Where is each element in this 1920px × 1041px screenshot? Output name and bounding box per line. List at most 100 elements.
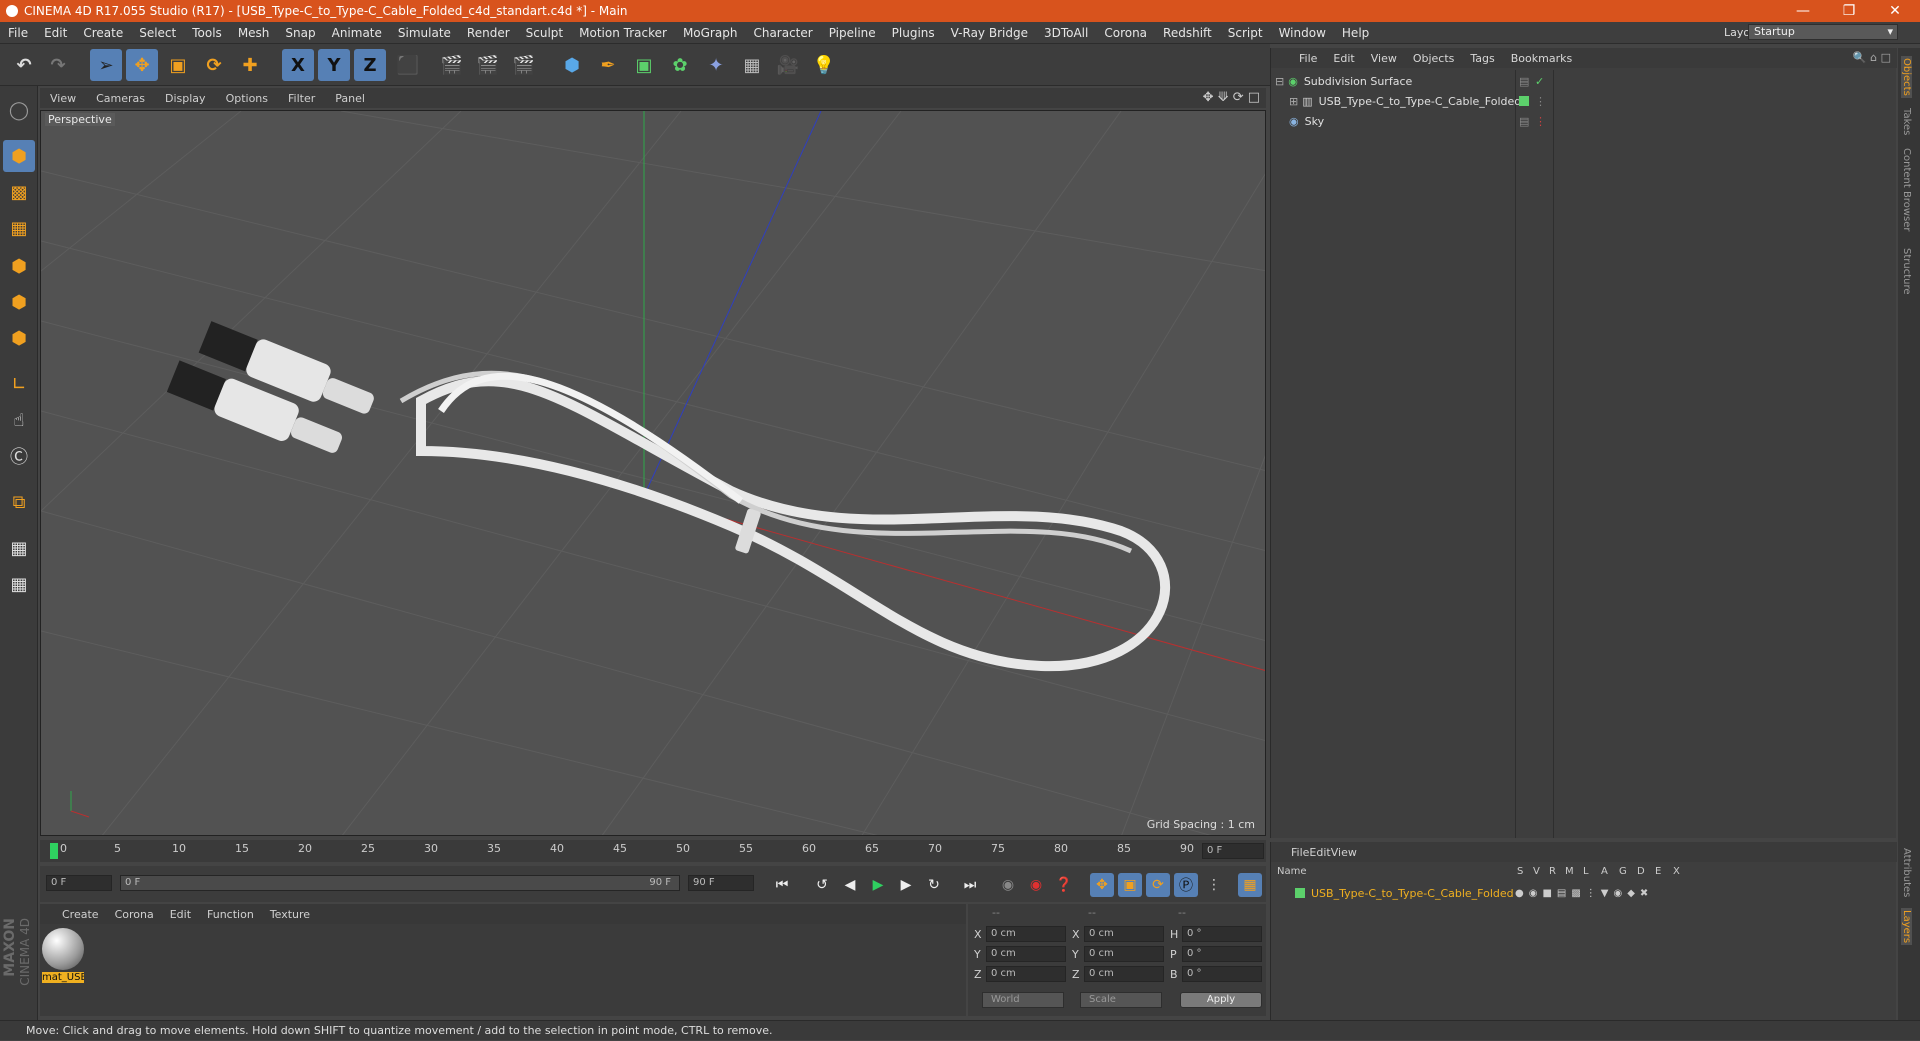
- timeline-playhead[interactable]: [50, 843, 58, 859]
- apply-button[interactable]: Apply: [1180, 992, 1262, 1008]
- light-object-icon[interactable]: 💡: [808, 49, 840, 81]
- previous-frame-icon[interactable]: ◀: [838, 873, 862, 897]
- next-key-icon[interactable]: ↻: [922, 873, 946, 897]
- go-to-start-icon[interactable]: ⏮: [770, 873, 794, 897]
- layer-menu-edit[interactable]: Edit: [1309, 846, 1330, 859]
- material-swatch[interactable]: mat_USB: [42, 928, 84, 992]
- texture-mode-icon[interactable]: ▩: [3, 176, 35, 208]
- camera-object-icon[interactable]: 🎥: [772, 49, 804, 81]
- live-selection-icon[interactable]: ➢: [90, 49, 122, 81]
- object-manager-tools-icon[interactable]: 🔍 ⌂ □: [1853, 51, 1891, 64]
- material-menu-create[interactable]: Create: [54, 908, 107, 921]
- size-y-field[interactable]: 0 cm: [1084, 946, 1164, 962]
- layout-select[interactable]: Startup ▾: [1748, 24, 1898, 40]
- layer-flags-icon[interactable]: ●◉■▤▩⋮▼◉◆✖: [1515, 888, 1653, 899]
- model-mode-icon[interactable]: ⬢: [3, 140, 35, 172]
- snap-icon[interactable]: ⧉: [3, 486, 35, 518]
- menu-select[interactable]: Select: [131, 26, 184, 40]
- visibility-dots-icon[interactable]: ⋮: [1535, 95, 1546, 108]
- menu-character[interactable]: Character: [745, 26, 820, 40]
- menu-vray-bridge[interactable]: V-Ray Bridge: [943, 26, 1036, 40]
- menu-help[interactable]: Help: [1334, 26, 1377, 40]
- floor-object-icon[interactable]: ▦: [736, 49, 768, 81]
- material-menu-texture[interactable]: Texture: [262, 908, 318, 921]
- tweak-mode-icon[interactable]: ☝: [3, 404, 35, 436]
- workplane-mode-icon[interactable]: ▦: [3, 212, 35, 244]
- tab-takes[interactable]: Takes: [1901, 108, 1912, 135]
- viewport-menu-display[interactable]: Display: [155, 92, 216, 105]
- object-menu-view[interactable]: View: [1363, 52, 1405, 65]
- rotation-h-field[interactable]: 0 °: [1182, 926, 1262, 942]
- tab-attributes[interactable]: Attributes: [1901, 848, 1912, 897]
- menu-sculpt[interactable]: Sculpt: [518, 26, 571, 40]
- rotate-tool-icon[interactable]: ⟳: [198, 49, 230, 81]
- menu-create[interactable]: Create: [75, 26, 131, 40]
- redo-icon[interactable]: ↷: [42, 49, 74, 81]
- frame-range-slider[interactable]: 0 F 90 F: [120, 875, 680, 891]
- rotation-b-field[interactable]: 0 °: [1182, 966, 1262, 982]
- go-to-end-icon[interactable]: ⏭: [958, 873, 982, 897]
- timeline-ruler[interactable]: 0 5 10 15 20 25 30 35 40 45 50 55 60 65 …: [40, 840, 1266, 862]
- menu-simulate[interactable]: Simulate: [390, 26, 459, 40]
- position-z-field[interactable]: 0 cm: [986, 966, 1066, 982]
- menu-mograph[interactable]: MoGraph: [675, 26, 746, 40]
- key-rotation-icon[interactable]: ⟳: [1146, 873, 1170, 897]
- planar-workplane-icon[interactable]: ▦: [3, 568, 35, 600]
- solo-mode-icon[interactable]: Ⓒ: [3, 440, 35, 472]
- menu-tools[interactable]: Tools: [184, 26, 230, 40]
- viewport-menu-view[interactable]: View: [40, 92, 86, 105]
- key-pla-icon[interactable]: ⋮: [1202, 873, 1226, 897]
- tab-content-browser[interactable]: Content Browser: [1901, 148, 1912, 231]
- perspective-viewport[interactable]: Perspective Grid Spacing : 1 cm: [40, 110, 1266, 836]
- deformer-icon[interactable]: ✦: [700, 49, 732, 81]
- axis-mode-icon[interactable]: ∟: [3, 368, 35, 400]
- timeline-window-icon[interactable]: ▦: [1238, 873, 1262, 897]
- size-z-field[interactable]: 0 cm: [1084, 966, 1164, 982]
- make-editable-icon[interactable]: ◯: [3, 94, 35, 126]
- menu-mesh[interactable]: Mesh: [230, 26, 278, 40]
- next-frame-icon[interactable]: ▶: [894, 873, 918, 897]
- points-mode-icon[interactable]: ⬢: [3, 250, 35, 282]
- render-picture-viewer-icon[interactable]: 🎬: [472, 49, 504, 81]
- tab-structure[interactable]: Structure: [1901, 248, 1912, 295]
- restore-button[interactable]: ❐: [1826, 0, 1872, 22]
- workplane-lock-icon[interactable]: ▦: [3, 532, 35, 564]
- menu-plugins[interactable]: Plugins: [884, 26, 943, 40]
- object-menu-file[interactable]: File: [1291, 52, 1325, 65]
- object-menu-objects[interactable]: Objects: [1405, 52, 1463, 65]
- tab-objects[interactable]: Objects: [1901, 56, 1912, 98]
- enabled-check-icon[interactable]: ✓: [1535, 75, 1544, 88]
- menu-file[interactable]: File: [0, 26, 36, 40]
- minimize-button[interactable]: —: [1780, 0, 1826, 22]
- key-scale-icon[interactable]: ▣: [1118, 873, 1142, 897]
- object-menu-edit[interactable]: Edit: [1325, 52, 1362, 65]
- array-object-icon[interactable]: ✿: [664, 49, 696, 81]
- previous-key-icon[interactable]: ↺: [810, 873, 834, 897]
- menu-window[interactable]: Window: [1271, 26, 1334, 40]
- tab-layers[interactable]: Layers: [1901, 908, 1912, 946]
- undo-icon[interactable]: ↶: [8, 49, 40, 81]
- position-y-field[interactable]: 0 cm: [986, 946, 1066, 962]
- menu-render[interactable]: Render: [459, 26, 518, 40]
- end-frame-field[interactable]: 90 F: [688, 875, 754, 891]
- size-x-field[interactable]: 0 cm: [1084, 926, 1164, 942]
- y-axis-lock-icon[interactable]: Y: [318, 49, 350, 81]
- visibility-dots-icon[interactable]: ▤: [1519, 115, 1529, 128]
- edges-mode-icon[interactable]: ⬢: [3, 286, 35, 318]
- close-button[interactable]: ✕: [1872, 0, 1918, 22]
- viewport-menu-panel[interactable]: Panel: [325, 92, 375, 105]
- render-settings-icon[interactable]: 🎬: [508, 49, 540, 81]
- menu-snap[interactable]: Snap: [277, 26, 323, 40]
- autokey-icon[interactable]: ◉: [1024, 873, 1048, 897]
- key-position-icon[interactable]: ✥: [1090, 873, 1114, 897]
- material-menu-corona[interactable]: Corona: [107, 908, 162, 921]
- collapse-icon[interactable]: ⊟: [1275, 75, 1284, 88]
- viewport-menu-options[interactable]: Options: [216, 92, 278, 105]
- menu-edit[interactable]: Edit: [36, 26, 75, 40]
- menu-pipeline[interactable]: Pipeline: [821, 26, 884, 40]
- menu-motion-tracker[interactable]: Motion Tracker: [571, 26, 675, 40]
- expand-icon[interactable]: ⊞: [1289, 95, 1298, 108]
- object-menu-bookmarks[interactable]: Bookmarks: [1503, 52, 1580, 65]
- coordinate-system-icon[interactable]: ⬛: [392, 49, 424, 81]
- render-view-icon[interactable]: 🎬: [436, 49, 468, 81]
